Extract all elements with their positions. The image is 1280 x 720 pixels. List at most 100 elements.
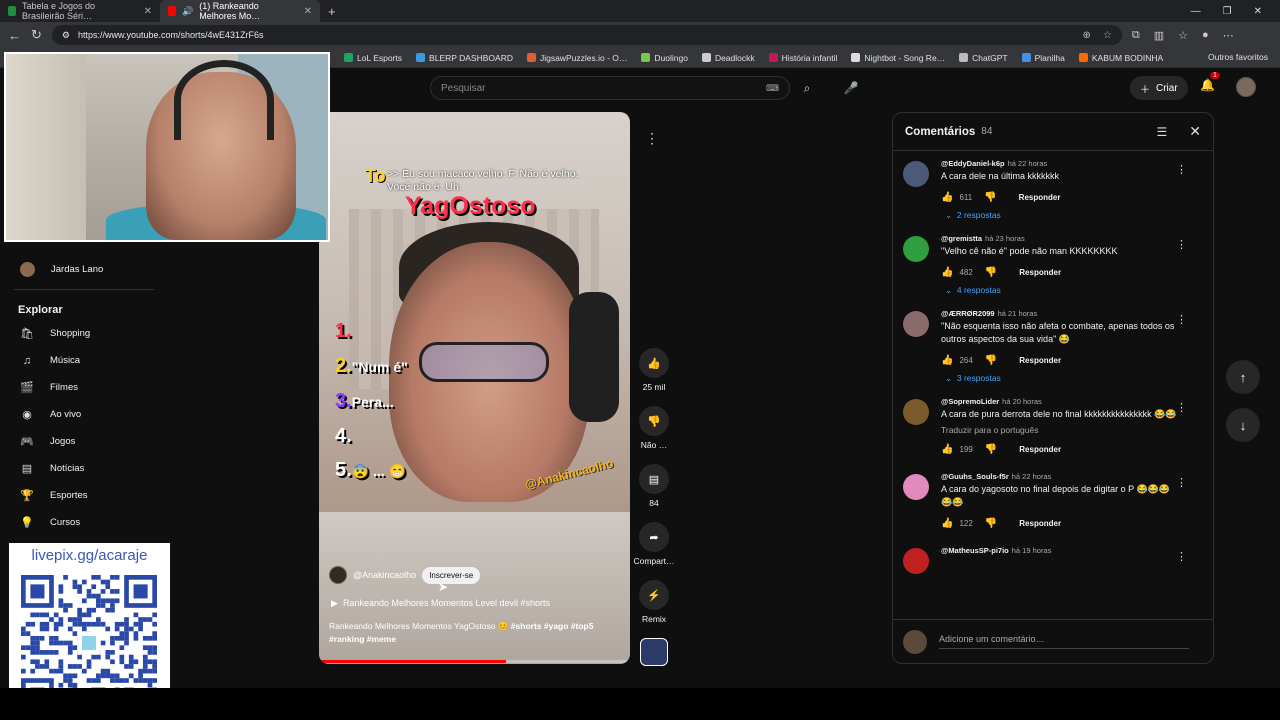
comment-time[interactable]: há 20 horas xyxy=(1002,397,1042,406)
close-tab-icon[interactable]: ✕ xyxy=(144,6,152,17)
bookmark-item[interactable]: Nightbot - Song Re… xyxy=(851,53,945,63)
thumbs-down-icon[interactable]: 👎 xyxy=(985,355,997,366)
thumbs-down-icon[interactable]: 👎 xyxy=(985,267,997,278)
bookmark-item[interactable]: Duolingo xyxy=(641,53,688,63)
browser-tab-0[interactable]: Tabela e Jogos do Brasileirão Séri… ✕ xyxy=(0,0,160,22)
favorites-icon[interactable]: ☆ xyxy=(1178,29,1188,42)
dislike-button[interactable]: 👎 Não … xyxy=(630,406,678,450)
commenter-avatar[interactable] xyxy=(903,399,929,426)
sidebar-item-filmes[interactable]: 🎬 Filmes xyxy=(0,374,170,401)
view-replies-button[interactable]: ⌄ 4 respostas xyxy=(945,285,1201,301)
account-avatar[interactable] xyxy=(1236,77,1256,97)
sidebar-subscription-jardas[interactable]: Jardas Lano xyxy=(0,256,170,283)
reply-button[interactable]: Responder xyxy=(1019,519,1061,528)
previous-video-button[interactable]: ↑ xyxy=(1226,360,1260,394)
like-button[interactable]: 👍 25 mil xyxy=(630,348,678,392)
reply-button[interactable]: Responder xyxy=(1019,445,1061,454)
bell-icon[interactable]: 🔔 xyxy=(1200,78,1215,92)
bookmark-item[interactable]: Deadlockk xyxy=(701,53,755,63)
url-field[interactable]: ⚙ https://www.youtube.com/shorts/4wE431Z… xyxy=(51,25,1122,45)
comment-menu-icon[interactable]: ⋮ xyxy=(1176,163,1187,176)
comment-menu-icon[interactable]: ⋮ xyxy=(1176,476,1187,489)
video-title-link[interactable]: ▶ Rankeando Melhores Momentos Level devi… xyxy=(331,598,550,609)
remix-button[interactable]: ⚡ Remix xyxy=(630,580,678,624)
sidebar-item-esportes[interactable]: 🏆 Esportes xyxy=(0,482,170,509)
bookmark-item[interactable]: ChatGPT xyxy=(959,53,1008,63)
next-video-button[interactable]: ↓ xyxy=(1226,408,1260,442)
other-bookmarks-folder[interactable]: Outros favoritos xyxy=(1208,52,1268,62)
commenter-avatar[interactable] xyxy=(903,474,929,501)
comments-button[interactable]: ▤ 84 xyxy=(630,464,678,508)
more-options-icon[interactable]: ⋮ xyxy=(645,130,659,147)
sidebar-item-notcias[interactable]: ▤ Notícias xyxy=(0,455,170,482)
comment-author[interactable]: @Guuhs_Souls-f5r xyxy=(941,472,1009,481)
channel-name[interactable]: @Anakincaolho xyxy=(353,570,416,580)
view-replies-button[interactable]: ⌄ 2 respostas xyxy=(945,210,1201,226)
comment-menu-icon[interactable]: ⋮ xyxy=(1176,238,1187,251)
commenter-avatar[interactable] xyxy=(903,161,929,187)
thumbs-up-icon[interactable]: 👍 xyxy=(941,518,953,529)
url-text[interactable]: https://www.youtube.com/shorts/4wE431ZrF… xyxy=(78,30,264,40)
sidebar-item-aovivo[interactable]: ◉ Ao vivo xyxy=(0,401,170,428)
thumbs-up-icon[interactable]: 👍 xyxy=(941,355,953,366)
comment-menu-icon[interactable]: ⋮ xyxy=(1176,401,1187,414)
commenter-avatar[interactable] xyxy=(903,236,929,263)
site-info-icon[interactable]: ⚙ xyxy=(62,30,70,41)
comment-author[interactable]: @gremistta xyxy=(941,234,982,243)
comment-time[interactable]: há 19 horas xyxy=(1012,546,1052,555)
maximize-icon[interactable]: ❐ xyxy=(1223,6,1232,17)
mic-icon[interactable]: 🎤 xyxy=(838,76,864,100)
thumbs-up-icon[interactable]: 👍 xyxy=(941,267,953,278)
reply-button[interactable]: Responder xyxy=(1019,193,1061,202)
commenter-avatar[interactable] xyxy=(903,311,929,338)
thumbs-down-icon[interactable]: 👎 xyxy=(985,444,997,455)
view-replies-button[interactable]: ⌄ 3 respostas xyxy=(945,373,1201,389)
comment-menu-icon[interactable]: ⋮ xyxy=(1176,550,1187,563)
bookmark-item[interactable]: Planilha xyxy=(1021,53,1065,63)
thumbs-down-icon[interactable]: 👎 xyxy=(985,518,997,529)
thumbs-up-icon[interactable]: 👍 xyxy=(941,444,953,455)
sidebar-item-msica[interactable]: ♫ Música xyxy=(0,347,170,374)
reload-icon[interactable]: ↻ xyxy=(31,27,42,43)
zoom-icon[interactable]: ⊕ xyxy=(1083,30,1091,41)
bookmark-item[interactable]: LoL Esports xyxy=(344,53,402,63)
star-icon[interactable]: ☆ xyxy=(1103,30,1112,41)
comment-time[interactable]: há 22 horas xyxy=(1012,472,1052,481)
split-icon[interactable]: ▥ xyxy=(1154,29,1164,42)
search-input[interactable]: Pesquisar ⌨ xyxy=(430,76,790,100)
comment-time[interactable]: há 23 horas xyxy=(985,234,1025,243)
bookmark-item[interactable]: JigsawPuzzles.io - O… xyxy=(526,53,627,63)
sidebar-item-cursos[interactable]: 💡 Cursos xyxy=(0,509,170,536)
speaker-icon[interactable]: 🔊 xyxy=(182,6,193,17)
commenter-avatar[interactable] xyxy=(903,548,929,575)
search-icon[interactable]: ⌕ xyxy=(792,76,822,100)
comment-menu-icon[interactable]: ⋮ xyxy=(1176,313,1187,326)
progress-bar[interactable] xyxy=(319,660,630,663)
thumbs-down-icon[interactable]: 👎 xyxy=(984,192,996,203)
video-description[interactable]: Rankeando Melhores Momentos YagOstoso 😊 … xyxy=(329,620,624,646)
menu-icon[interactable]: ⋯ xyxy=(1223,29,1234,42)
thumbs-up-icon[interactable]: 👍 xyxy=(941,192,953,203)
minimize-icon[interactable]: — xyxy=(1191,6,1201,17)
sound-thumbnail[interactable] xyxy=(640,638,668,666)
close-window-icon[interactable]: ✕ xyxy=(1254,6,1262,17)
new-tab-button[interactable]: + xyxy=(320,4,344,19)
extension-icon[interactable]: ⧉ xyxy=(1132,29,1140,42)
comment-time[interactable]: há 22 horas xyxy=(1008,159,1048,168)
comment-author[interactable]: @ÆRRØR2099 xyxy=(941,309,995,318)
profile-icon[interactable]: ● xyxy=(1202,29,1209,42)
channel-avatar[interactable] xyxy=(329,566,347,584)
close-icon[interactable]: ✕ xyxy=(1189,123,1201,140)
reply-button[interactable]: Responder xyxy=(1019,356,1061,365)
reply-button[interactable]: Responder xyxy=(1019,268,1061,277)
sidebar-item-jogos[interactable]: 🎮 Jogos xyxy=(0,428,170,455)
bookmark-item[interactable]: História infantil xyxy=(768,53,837,63)
subscribe-button[interactable]: Inscrever-se xyxy=(422,566,481,584)
sidebar-item-shopping[interactable]: 🛍 Shopping xyxy=(0,320,170,347)
create-button[interactable]: ＋ Criar xyxy=(1130,76,1188,100)
comment-author[interactable]: @MatheusSP-pi7io xyxy=(941,546,1009,555)
back-icon[interactable]: ← xyxy=(8,28,21,43)
bookmark-item[interactable]: BLERP DASHBOARD xyxy=(416,53,513,63)
share-button[interactable]: ➦ Compart… xyxy=(630,522,678,566)
browser-tab-1[interactable]: 🔊 (1) Rankeando Melhores Mo… ✕ xyxy=(160,0,320,22)
